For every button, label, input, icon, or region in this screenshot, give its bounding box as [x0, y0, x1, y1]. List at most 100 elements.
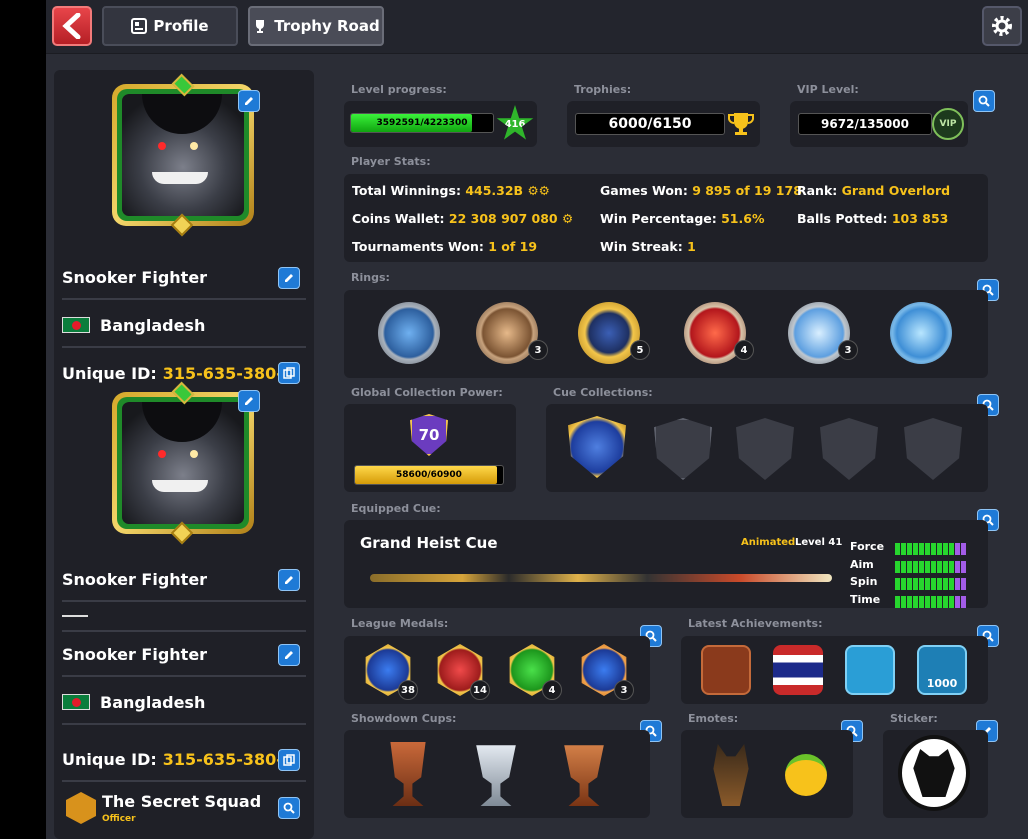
- pencil-icon: [285, 576, 293, 584]
- dollar-collection-icon[interactable]: [904, 418, 962, 480]
- back-button[interactable]: [52, 6, 92, 46]
- cue-stat-segment: [925, 560, 930, 573]
- samurai-cup-icon[interactable]: [390, 742, 426, 806]
- tournaments-won-label: Tournaments Won:: [352, 239, 484, 254]
- tab-trophy-road[interactable]: Trophy Road: [248, 6, 384, 46]
- tab-profile-label: Profile: [153, 17, 209, 35]
- unique-id-label: Unique ID:: [62, 749, 157, 769]
- league-medal-count: 4: [542, 680, 562, 700]
- pencil-icon: [285, 274, 293, 282]
- cue-stat-time: Time: [850, 592, 881, 606]
- vip-search-button[interactable]: [973, 90, 995, 112]
- rank-value: Grand Overlord: [841, 183, 951, 198]
- edit-name-button[interactable]: [278, 267, 300, 289]
- equipped-cue-label: Equipped Cue:: [351, 502, 441, 515]
- collection-power-level: 70: [418, 426, 440, 444]
- total-winnings-label: Total Winnings:: [352, 183, 461, 198]
- cue-stat-segment: [931, 595, 936, 608]
- landmark-collection-icon[interactable]: [736, 418, 794, 480]
- laurel-achievement-icon[interactable]: [701, 645, 751, 695]
- level-progress-bar: 3592591/4223300: [350, 113, 494, 133]
- unique-id-label: Unique ID:: [62, 363, 157, 383]
- ring-count: 4: [734, 340, 754, 360]
- cue-stat-segment: [943, 543, 948, 555]
- cue-stat-bar: [895, 594, 967, 612]
- tab-profile[interactable]: Profile: [102, 6, 238, 46]
- club-search-button[interactable]: [278, 797, 300, 819]
- cue-stat-bar: [895, 541, 967, 559]
- cue-stat-segment: [925, 578, 930, 590]
- balls-potted-label: Balls Potted:: [797, 211, 888, 226]
- settings-button[interactable]: [982, 6, 1022, 46]
- thailand-flag-achievement-icon[interactable]: [773, 645, 823, 695]
- edit-name-button[interactable]: [278, 569, 300, 591]
- cue-stick-image: [370, 574, 832, 582]
- club-row[interactable]: The Secret Squad Officer: [62, 786, 306, 832]
- league-medals-box: 38 14 4 3: [344, 636, 650, 704]
- 8-ball-collection-icon[interactable]: [654, 418, 712, 480]
- total-winnings-value: 445.32B: [465, 183, 524, 198]
- profile-sidebar: Snooker Fighter Bangladesh Unique ID: 31…: [54, 70, 314, 839]
- showdown-cups-box: [344, 730, 650, 818]
- sticker-box: [883, 730, 988, 818]
- cue-stat-segment: [901, 543, 906, 555]
- back-arrow-icon: [62, 13, 81, 39]
- dog-emote-icon[interactable]: [713, 744, 749, 806]
- cue-stat-segment: [925, 543, 930, 555]
- panther-sticker-icon[interactable]: [898, 735, 970, 811]
- collection-power-box: 70 58600/60900: [344, 404, 516, 492]
- country-name: Bangladesh: [100, 692, 206, 712]
- cue-stat-segment: [913, 595, 918, 608]
- avatar[interactable]: [112, 381, 254, 545]
- sticker-label: Sticker:: [890, 712, 938, 725]
- cue-stat-segment: [931, 578, 936, 590]
- trophies-label: Trophies:: [574, 83, 632, 96]
- edit-name-button[interactable]: [278, 644, 300, 666]
- tournaments-won-value: 1 of 19: [488, 239, 538, 254]
- win-streak-value: 1: [687, 239, 696, 254]
- balls-potted: Balls Potted: 103 853: [797, 211, 948, 226]
- atom-collection-icon[interactable]: [568, 416, 626, 478]
- lightning-8-ball-achievement-icon[interactable]: [845, 645, 895, 695]
- win-streak: Win Streak: 1: [600, 239, 696, 254]
- rank: Rank: Grand Overlord: [797, 183, 950, 198]
- copy-id-button[interactable]: [278, 749, 300, 771]
- copy-id-button[interactable]: [278, 362, 300, 384]
- collection-power-shield-icon: 70: [410, 414, 448, 456]
- cue-stat-segment: [931, 543, 936, 555]
- avatar[interactable]: [112, 73, 254, 237]
- pencil-icon: [245, 397, 253, 405]
- level-progress-box: 3592591/4223300 416: [344, 101, 537, 147]
- ring-item[interactable]: [890, 302, 952, 364]
- cue-stat-segment: [913, 578, 918, 590]
- silver-cup-icon[interactable]: [476, 745, 516, 806]
- ring-count: 3: [838, 340, 858, 360]
- player-stats-label: Player Stats:: [351, 155, 431, 168]
- cue-stat-segment: [913, 560, 918, 573]
- cue-stat-segment: [907, 560, 912, 573]
- collection-power-bar: 58600/60900: [354, 465, 504, 485]
- cue-stat-segment: [913, 543, 918, 555]
- ring-item[interactable]: [378, 302, 440, 364]
- profile-name-row: Snooker Fighter: [62, 558, 306, 602]
- edit-avatar-button[interactable]: [238, 390, 260, 412]
- cue-stat-segment: [949, 560, 954, 573]
- cue-stat-bars: [895, 541, 967, 611]
- cue-stat-segment: [919, 595, 924, 608]
- club-emblem-icon: [66, 792, 96, 824]
- avatar-portrait: [122, 402, 244, 524]
- diamond-collection-icon[interactable]: [820, 418, 878, 480]
- coins-wallet-value: 22 308 907 080: [448, 211, 558, 226]
- country-row: Bangladesh: [62, 304, 306, 348]
- club-name: The Secret Squad: [102, 792, 262, 811]
- laurel-smile-emote-icon[interactable]: [785, 754, 827, 796]
- edit-avatar-button[interactable]: [238, 90, 260, 112]
- cue-stat-segment: [907, 595, 912, 608]
- bronze-cup-icon[interactable]: [564, 745, 604, 806]
- copy-icon: [283, 367, 295, 379]
- copy-icon: [283, 754, 295, 766]
- cue-stat-spin: Spin: [850, 575, 878, 588]
- 8-ball-1000-achievement-icon[interactable]: 1000: [917, 645, 967, 695]
- coins-stack-icon: ⚙⚙: [527, 183, 550, 198]
- win-percentage-label: Win Percentage:: [600, 211, 717, 226]
